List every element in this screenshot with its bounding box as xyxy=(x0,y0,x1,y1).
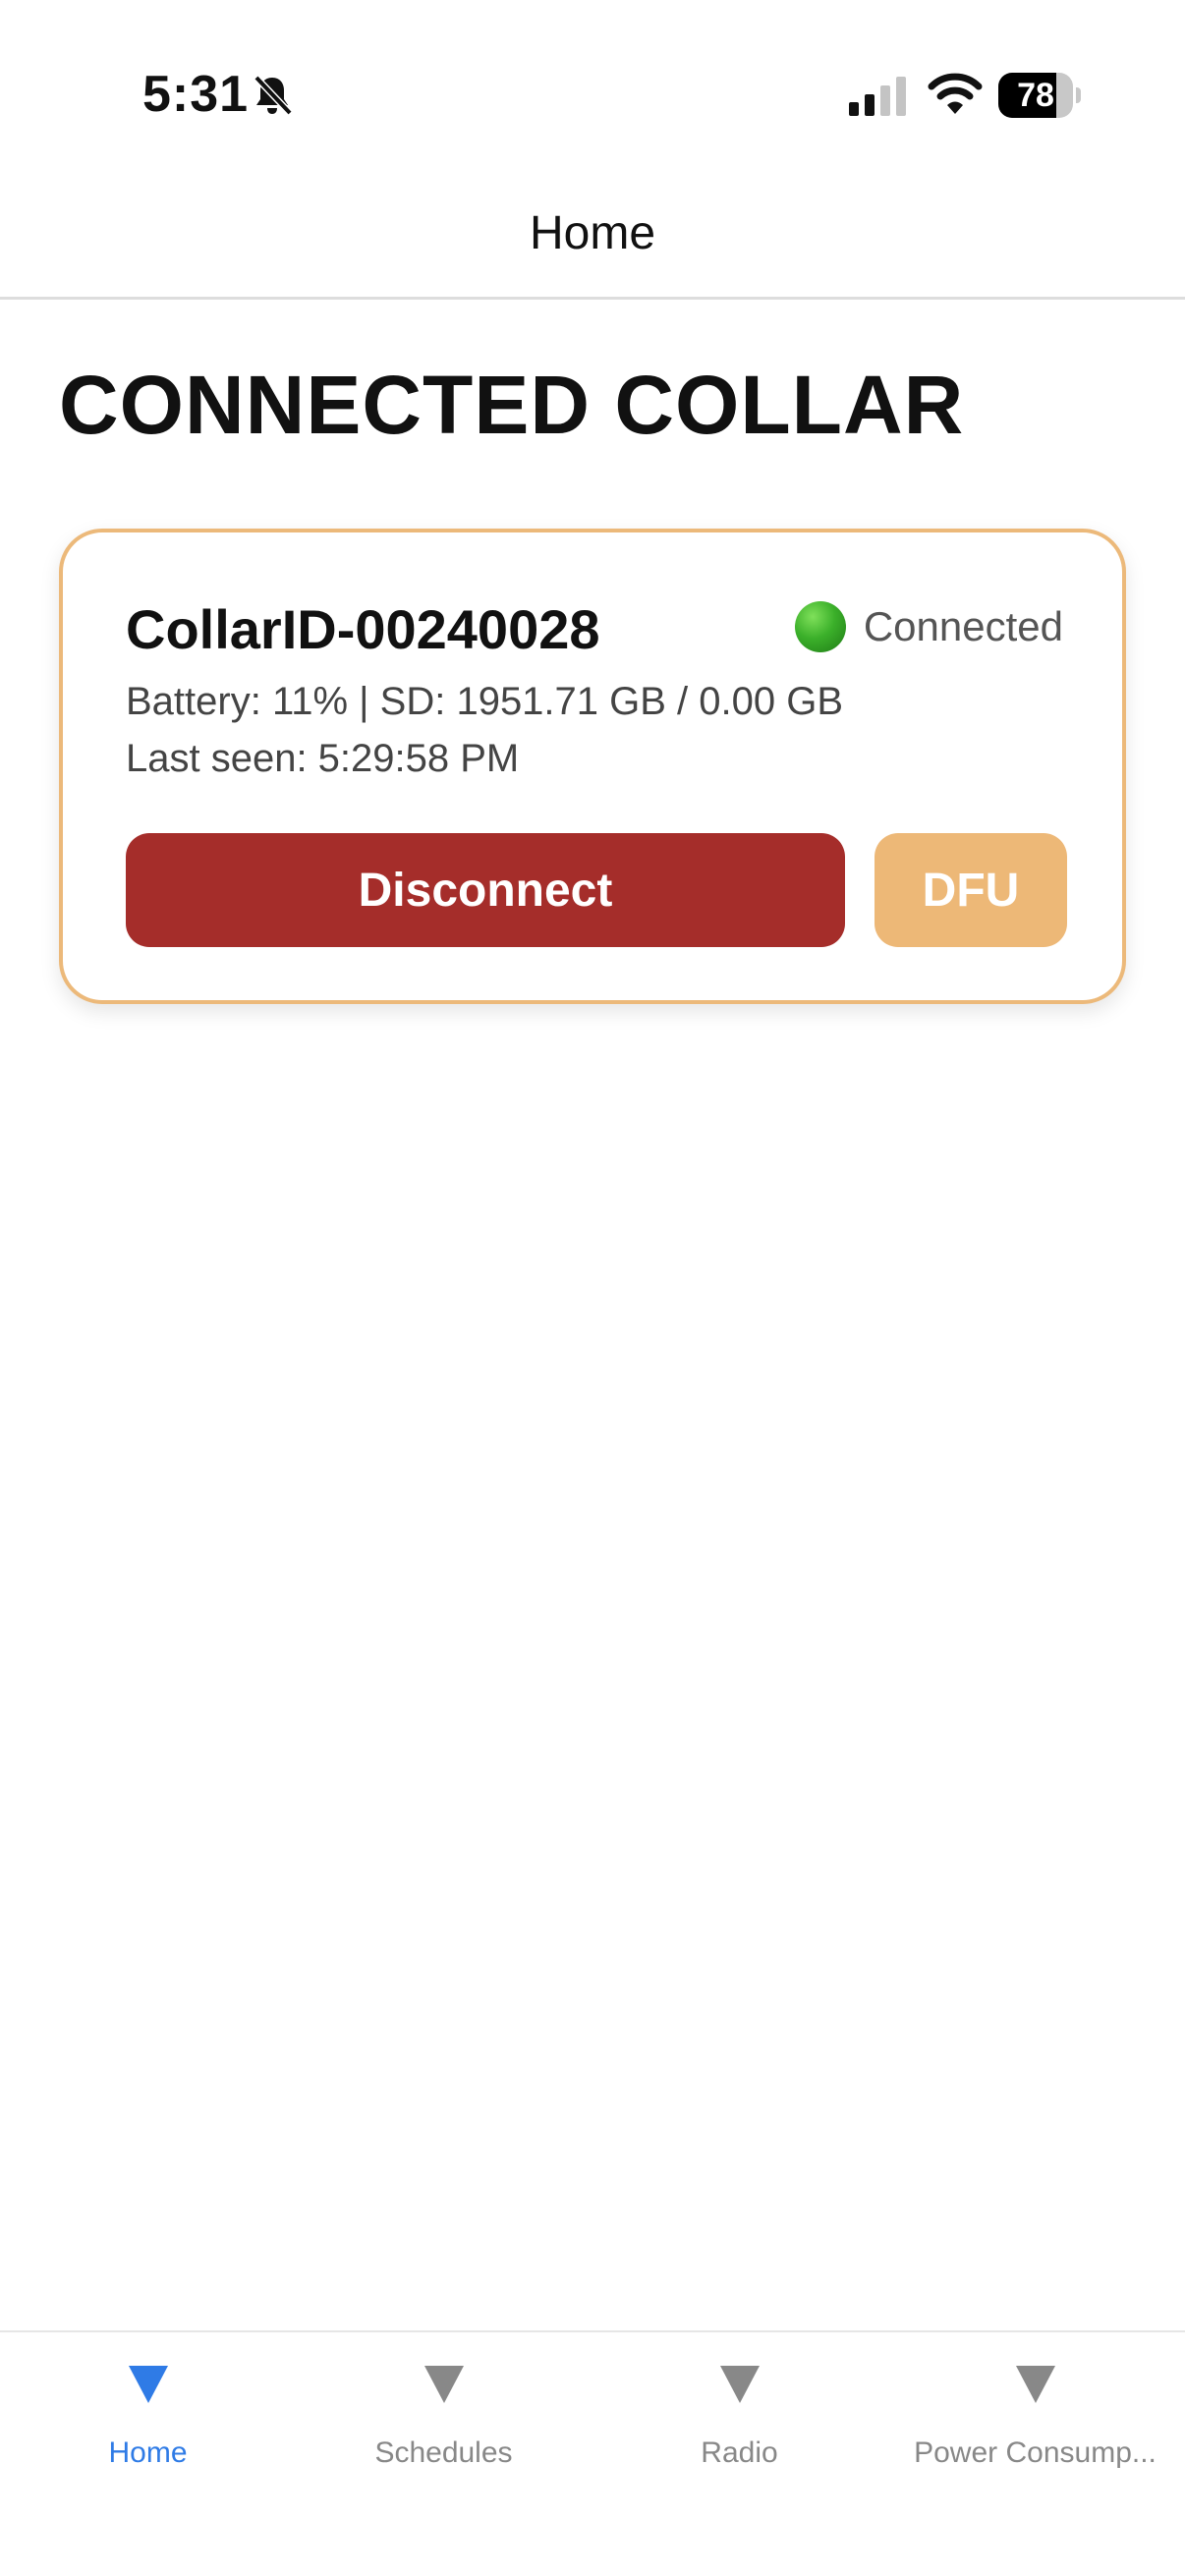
tab-label-power-consumption: Power Consump... xyxy=(914,2436,1157,2469)
bell-slash-icon xyxy=(254,75,293,116)
status-dot-icon xyxy=(794,601,846,652)
status-text: Connected xyxy=(863,603,1063,649)
wifi-icon xyxy=(928,73,983,114)
triangle-down-icon xyxy=(423,2366,464,2403)
section-title: CONNECTED COLLAR xyxy=(59,359,965,451)
battery-body: 78 xyxy=(998,73,1073,118)
tab-label-radio: Radio xyxy=(701,2436,778,2469)
last-seen-info: Last seen: 5:29:58 PM xyxy=(126,737,520,780)
collar-id: CollarID-00240028 xyxy=(126,598,600,660)
battery-nub xyxy=(1076,87,1081,103)
nav-title: Home xyxy=(529,207,656,259)
triangle-down-icon xyxy=(719,2366,760,2403)
battery-level: 78 xyxy=(1017,77,1054,114)
tab-power-consumption[interactable]: Power Consump... xyxy=(887,2332,1183,2576)
triangle-down-icon xyxy=(1015,2366,1055,2403)
cellular-signal-icon xyxy=(849,77,906,116)
battery-icon: 78 xyxy=(998,73,1081,118)
tab-schedules[interactable]: Schedules xyxy=(296,2332,592,2576)
tab-bar: Home Schedules Radio Power Consump... xyxy=(0,2330,1185,2576)
connection-status: Connected xyxy=(794,599,1063,654)
status-bar: 5:31 78 xyxy=(0,0,1185,187)
battery-sd-info: Battery: 11% | SD: 1951.71 GB / 0.00 GB xyxy=(126,680,844,723)
status-time: 5:31 xyxy=(142,66,250,123)
tab-label-home: Home xyxy=(108,2436,188,2469)
disconnect-button[interactable]: Disconnect xyxy=(126,833,845,947)
collar-card: CollarID-00240028 Connected Battery: 11%… xyxy=(59,529,1126,1004)
triangle-down-icon xyxy=(128,2366,168,2403)
tab-home[interactable]: Home xyxy=(0,2332,296,2576)
screen: 5:31 78 Home CONNECTED COLLAR CollarID-0… xyxy=(0,0,1185,2576)
tab-radio[interactable]: Radio xyxy=(592,2332,887,2576)
dfu-button[interactable]: DFU xyxy=(875,833,1067,947)
nav-divider xyxy=(0,297,1185,300)
tab-label-schedules: Schedules xyxy=(374,2436,513,2469)
